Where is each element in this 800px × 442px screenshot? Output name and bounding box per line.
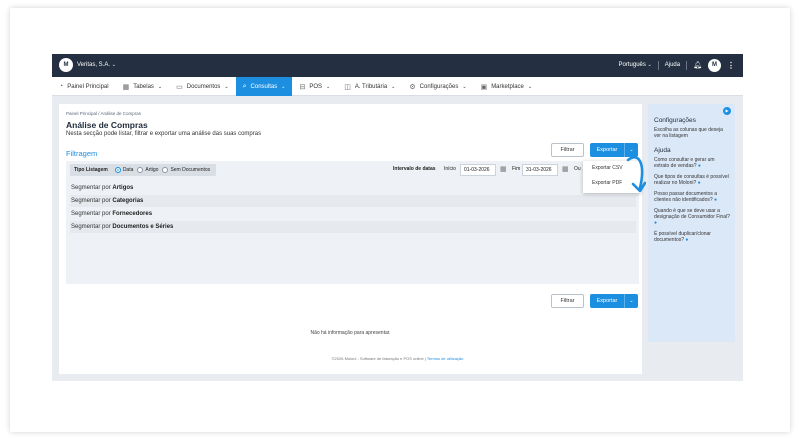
config-section: Configurações Escolha as colunas que des… [654,117,730,144]
chevron-down-icon: ⌄ [527,83,533,90]
end-date-field[interactable]: 31-03-2026 [522,164,558,176]
start-date-field[interactable]: 01-03-2026 [460,164,496,176]
top-bar: M Veritas, S.A. ⌄ Português ⌄ Ajuda 🔔︎ M… [52,54,743,77]
segment-fornecedores[interactable]: Segmentar por Fornecedores [70,208,636,220]
chevron-down-icon: ⌄ [325,83,331,90]
config-link[interactable]: Escolha as colunas que deseja ver na lis… [654,127,730,139]
help-link[interactable]: Ajuda [665,62,680,68]
page-title: Análise de Compras [66,120,148,130]
chevron-down-icon: ⌄ [391,83,396,90]
question-icon: ● [697,180,701,186]
export-button-label: Exportar [596,298,618,304]
chevron-down-icon[interactable]: ⌄ [624,294,638,308]
pos-icon: ⊟ [299,83,306,91]
question-icon: ● [654,220,658,226]
inicio-label: Início [444,166,456,172]
company-logo[interactable]: M [59,58,73,72]
segment-categorias[interactable]: Segmentar por Categorias [70,195,636,207]
radio-artigo[interactable]: Artigo [137,167,158,173]
help-link-1[interactable]: Como consultar e gerar um extrato de ven… [654,157,730,169]
language-selector[interactable]: Português ⌄ [619,62,652,68]
help-section: Ajuda Como consultar e gerar um extrato … [654,147,730,248]
menu-item-a-tributaria[interactable]: ◫ A. Tributária ⌄ [337,77,402,96]
page-subtitle: Nesta secção pode listar, filtrar e expo… [66,131,262,137]
calendar-icon[interactable]: ▦ [500,165,507,173]
filtragem-heading: Filtragem [66,149,98,158]
avatar[interactable]: M [708,58,721,72]
radio-data[interactable]: Data [114,167,133,173]
ou-label: Ou [574,166,581,172]
main-menu: ◔ Painel Principal ▦ Tabelas ⌄ ▭ Documen… [52,77,743,96]
filter-button[interactable]: Filtrar [551,143,584,157]
table-icon: ▦ [122,83,130,91]
app-window: M Veritas, S.A. ⌄ Português ⌄ Ajuda 🔔︎ M… [52,54,743,381]
bell-icon[interactable]: 🔔︎ [693,61,702,69]
chevron-down-icon: ⌄ [224,83,229,90]
radio-button[interactable] [162,167,169,173]
help-link-5[interactable]: É possível duplicar/clonar documentos? ● [654,231,730,243]
divider [657,60,659,70]
tax-icon: ◫ [344,83,351,91]
fim-label: Fim [512,166,521,172]
more-vertical-icon[interactable]: ⋮ [727,61,735,70]
dashboard-icon: ◔ [59,83,64,90]
menu-item-documentos[interactable]: ▭ Documentos ⌄ [169,77,236,96]
question-icon: ● [697,163,701,169]
radio-sem-documentos[interactable]: Sem Documentos [162,167,210,173]
footer: ©2026 Moloni - Software de faturação e P… [52,356,743,361]
interval-label: Intervalo de datas [393,166,436,172]
menu-item-consultas[interactable]: ⌕ Consultas ⌄ [235,77,293,96]
radio-button[interactable] [137,167,144,173]
calendar-icon[interactable]: ▦ [562,165,569,173]
config-title: Configurações [654,117,696,124]
export-button-label: Exportar [596,147,618,153]
curved-arrow-icon [626,156,646,193]
empty-message: Não há informação para apresentar. [310,330,391,336]
export-button-bottom[interactable]: Exportar ⌄ [590,294,638,308]
search-icon: ⌕ [242,82,247,90]
breadcrumb[interactable]: Painel Principal / Análise de Compras [66,111,141,116]
menu-item-tabelas[interactable]: ▦ Tabelas ⌄ [116,77,170,96]
radio-button[interactable] [114,167,121,173]
menu-item-pos[interactable]: ⊟ POS ⌄ [292,77,337,96]
question-icon: ● [714,197,718,203]
tipo-listagem-label: Tipo Listagem [74,167,108,173]
segment-artigos[interactable]: Segmentar por Artigos [70,182,636,194]
segment-documentos-series[interactable]: Segmentar por Documentos e Séries [70,221,636,233]
menu-item-marketplace[interactable]: ▣ Marketplace ⌄ [474,77,540,96]
play-icon[interactable]: ▶ [723,107,731,115]
filter-box: Tipo Listagem Data Artigo Sem Documentos… [66,161,639,284]
terms-link[interactable]: Termos de utilização [427,356,463,361]
chevron-down-icon: ⌄ [462,83,467,90]
company-selector[interactable]: Veritas, S.A. ⌄ [77,62,116,68]
main-panel: Painel Principal / Análise de Compras An… [59,104,642,374]
settings-icon: ⚙ [409,83,416,91]
chevron-down-icon: ⌄ [157,83,163,90]
help-title: Ajuda [654,147,671,154]
help-link-2[interactable]: Que tipos de consultas é possível realiz… [654,174,730,186]
marketplace-icon: ▣ [480,83,488,91]
divider [686,60,688,70]
footer-text: ©2026 Moloni - Software de faturação e P… [331,356,426,361]
filter-button-bottom[interactable]: Filtrar [551,294,584,308]
menu-item-painel-principal[interactable]: ◔ Painel Principal [52,77,116,96]
menu-item-configuracoes[interactable]: ⚙ Configurações ⌄ [402,77,473,96]
question-icon: ● [685,237,689,243]
tipo-listagem: Tipo Listagem Data Artigo Sem Documentos [70,164,216,176]
help-link-3[interactable]: Posso passar documentos a clientes não i… [654,191,730,203]
chevron-down-icon: ⌄ [281,83,286,90]
help-link-4[interactable]: Quando é que se deve usar a designação d… [654,208,730,226]
help-sidebar: ▶ Configurações Escolha as colunas que d… [648,104,735,342]
document-icon: ▭ [176,83,183,91]
